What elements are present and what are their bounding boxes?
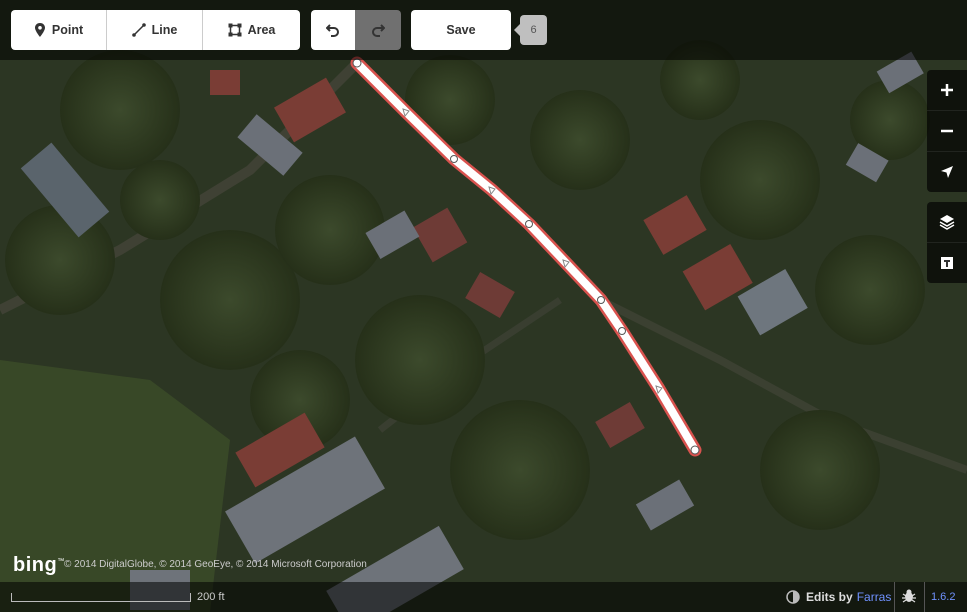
layers-icon: [939, 215, 955, 230]
map-controls: [927, 70, 967, 293]
edits-by-label: Edits by: [806, 590, 853, 604]
footer-bar: 200 ft Edits by Farras 1.6.2: [0, 582, 967, 612]
redo-icon: [372, 24, 385, 37]
redo-button[interactable]: [355, 10, 401, 50]
bug-icon: [902, 589, 916, 603]
map-data-button[interactable]: [927, 243, 967, 283]
layer-controls: [927, 202, 967, 283]
save-button[interactable]: Save: [411, 10, 511, 50]
minus-icon: [941, 129, 953, 133]
report-bug-button[interactable]: [901, 588, 917, 609]
edit-count-badge: 6: [514, 15, 547, 45]
user-avatar-icon: [786, 590, 800, 604]
way-vertex[interactable]: [690, 445, 700, 455]
undo-icon: [326, 24, 339, 37]
plus-icon: [941, 84, 953, 96]
map-canvas[interactable]: [0, 0, 967, 612]
edits-author-link[interactable]: Farras: [857, 590, 892, 604]
add-point-label: Point: [51, 23, 84, 37]
add-area-label: Area: [247, 23, 276, 37]
add-point-button[interactable]: Point: [11, 10, 107, 50]
area-icon: [228, 23, 242, 37]
map-data-icon: [941, 257, 953, 269]
way-vertex[interactable]: [618, 327, 626, 335]
background-layers-button[interactable]: [927, 202, 967, 243]
zoom-in-button[interactable]: [927, 70, 967, 111]
scale-bar: [11, 593, 191, 602]
way-vertex[interactable]: [597, 296, 605, 304]
way-vertex[interactable]: [525, 220, 533, 228]
way-vertex[interactable]: [450, 155, 458, 163]
save-label: Save: [446, 23, 476, 37]
zoom-out-button[interactable]: [927, 111, 967, 152]
bing-logo: bing™: [13, 554, 65, 576]
zoom-controls: [927, 70, 967, 192]
version-link[interactable]: 1.6.2: [931, 591, 955, 603]
scale-label: 200 ft: [197, 591, 225, 603]
top-toolbar: Point Line Area Save 6: [0, 0, 967, 60]
add-area-button[interactable]: Area: [203, 10, 300, 50]
locate-arrow-icon: [941, 166, 953, 178]
add-line-label: Line: [151, 23, 178, 37]
undo-redo-group: [311, 10, 401, 50]
geolocate-button[interactable]: [927, 152, 967, 192]
undo-button[interactable]: [311, 10, 355, 50]
way-vertex[interactable]: [352, 58, 362, 68]
point-icon: [34, 23, 45, 37]
edits-by: Edits by Farras: [786, 590, 891, 604]
add-feature-group: Point Line Area: [11, 10, 300, 50]
footer-divider: [924, 582, 925, 612]
add-line-button[interactable]: Line: [107, 10, 203, 50]
imagery-attribution: © 2014 DigitalGlobe, © 2014 GeoEye, © 20…: [64, 559, 367, 570]
footer-divider: [894, 582, 895, 612]
line-icon: [131, 23, 146, 37]
